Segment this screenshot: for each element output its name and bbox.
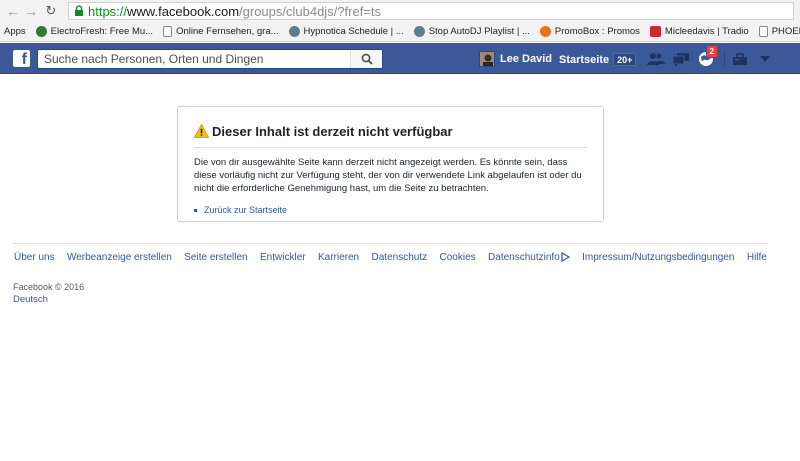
error-title-text: Dieser Inhalt ist derzeit nicht verfügba… [212, 123, 453, 139]
error-message-line: Die von dir ausgewählte Seite kann derze… [194, 157, 568, 168]
page-icon [758, 26, 768, 37]
tradio-favicon [649, 26, 661, 37]
bookmark-label: Online Fernsehen, gra... [176, 26, 279, 37]
footer-link-cookies[interactable]: Cookies [440, 252, 476, 263]
bookmarks-bar: Apps ElectroFresh: Free Mu... Online Fer… [0, 22, 800, 42]
forward-arrow-icon[interactable]: → [22, 2, 40, 20]
back-arrow-icon[interactable]: ← [4, 2, 22, 20]
lock-icon [72, 4, 86, 18]
adchoices-icon [561, 252, 570, 263]
user-name: Lee David [500, 53, 552, 65]
account-menu-chevron-icon[interactable] [754, 49, 776, 69]
footer-link-help[interactable]: Hilfe [747, 252, 767, 263]
facebook-header: f Lee David Startseite 20+ 2 [0, 43, 800, 74]
error-message-line: nicht die erforderliche Genehmigung hast… [194, 183, 489, 194]
footer-link-privacy[interactable]: Datenschutz [372, 252, 428, 263]
bookmark-promobox[interactable]: PromoBox : Promos [539, 26, 640, 37]
bookmark-label: Hypnotica Schedule | ... [303, 26, 404, 37]
footer-links: Über uns Werbeanzeige erstellen Seite er… [14, 252, 767, 263]
bookmark-label: Micleedavis | Tradio [664, 26, 749, 37]
footer-link-create-page[interactable]: Seite erstellen [184, 252, 247, 263]
bookmark-phoenix[interactable]: PHOENIX Live Stream ... [758, 26, 800, 37]
messages-icon[interactable] [670, 49, 692, 69]
copyright: Facebook © 2016 [13, 282, 85, 292]
address-bar[interactable]: https://www.facebook.com/groups/club4djs… [68, 2, 794, 20]
divider [194, 147, 587, 148]
profile-link[interactable]: Lee David [479, 51, 552, 67]
footer-link-adchoices[interactable]: Datenschutzinfo [488, 252, 570, 263]
facebook-logo-icon[interactable]: f [13, 50, 30, 68]
bookmark-label: Stop AutoDJ Playlist | ... [428, 26, 530, 37]
notifications-badge: 2 [705, 45, 718, 58]
footer-divider [13, 243, 767, 244]
search-icon [361, 53, 373, 65]
home-count-badge: 20+ [613, 53, 637, 66]
bookmark-autodj[interactable]: Stop AutoDJ Playlist | ... [413, 26, 530, 37]
footer-link-careers[interactable]: Karrieren [318, 252, 359, 263]
bullet-icon [194, 208, 197, 212]
search-box [37, 49, 383, 69]
home-link[interactable]: Startseite 20+ [559, 53, 637, 66]
footer-link-developers[interactable]: Entwickler [260, 252, 306, 263]
footer-link-create-ad[interactable]: Werbeanzeige erstellen [67, 252, 172, 263]
footer-link-adchoices-label: Datenschutzinfo [488, 252, 560, 263]
hypnotica-favicon [288, 26, 300, 37]
notifications-icon[interactable]: 2 [695, 45, 718, 69]
avatar [479, 51, 495, 67]
language-link[interactable]: Deutsch [13, 294, 48, 305]
friend-requests-icon[interactable] [645, 49, 667, 69]
bookmark-electrofresh[interactable]: ElectroFresh: Free Mu... [35, 26, 154, 37]
divider [724, 51, 725, 67]
home-label: Startseite [559, 53, 610, 66]
reload-icon[interactable]: ↻ [42, 2, 60, 20]
promobox-favicon [539, 26, 551, 37]
search-input[interactable] [38, 50, 350, 68]
bookmark-apps[interactable]: Apps [4, 26, 26, 37]
bookmark-label: PromoBox : Promos [554, 26, 640, 37]
bookmark-tradio[interactable]: Micleedavis | Tradio [649, 26, 749, 37]
footer-link-about[interactable]: Über uns [14, 252, 55, 263]
error-message: Die von dir ausgewählte Seite kann derze… [194, 156, 587, 195]
warning-icon [194, 124, 209, 138]
error-message-line: diese vorläufig nicht zur Verfügung steh… [194, 170, 582, 181]
page-icon [163, 26, 173, 37]
url-text[interactable]: https://www.facebook.com/groups/club4djs… [88, 4, 381, 19]
bookmark-hypnotica[interactable]: Hypnotica Schedule | ... [288, 26, 404, 37]
bookmark-online-fernsehen[interactable]: Online Fernsehen, gra... [163, 26, 279, 37]
privacy-shortcuts-icon[interactable] [729, 49, 751, 69]
back-to-home-label: Zurück zur Startseite [204, 205, 288, 215]
browser-toolbar: ← → ↻ https://www.facebook.com/groups/cl… [0, 0, 800, 22]
autodj-favicon [413, 26, 425, 37]
bookmark-label: Apps [4, 26, 26, 37]
footer-link-imprint[interactable]: Impressum/Nutzungsbedingungen [582, 252, 734, 263]
back-to-home-link[interactable]: Zurück zur Startseite [194, 205, 587, 215]
jewel-bar: 2 [645, 45, 779, 69]
content-unavailable-box: Dieser Inhalt ist derzeit nicht verfügba… [177, 106, 604, 222]
electrofresh-favicon [35, 26, 47, 37]
search-button[interactable] [350, 50, 382, 68]
bookmark-label: ElectroFresh: Free Mu... [50, 26, 154, 37]
bookmark-label: PHOENIX Live Stream ... [771, 26, 800, 37]
error-title: Dieser Inhalt ist derzeit nicht verfügba… [194, 122, 587, 140]
